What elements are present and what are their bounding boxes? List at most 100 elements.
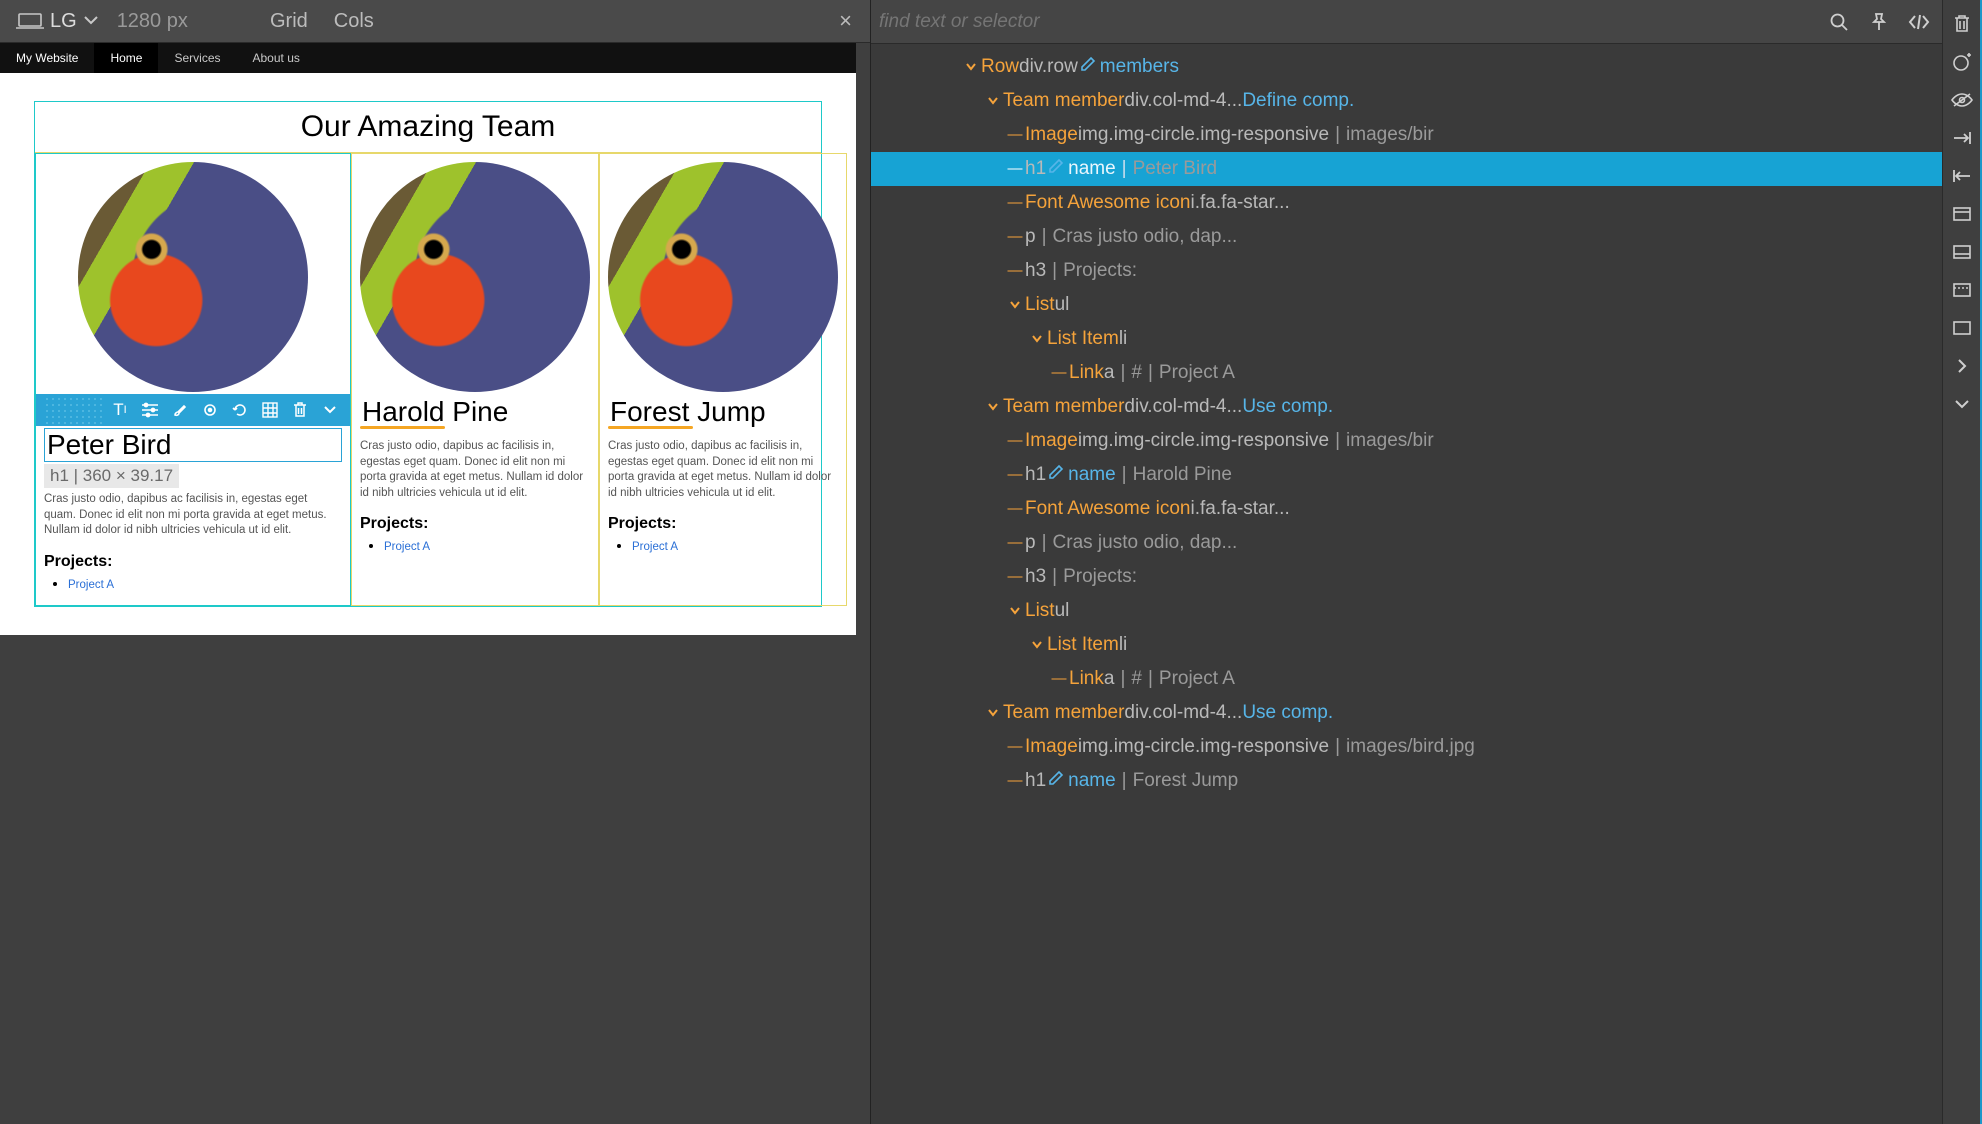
twisty-open-icon[interactable] <box>983 402 1003 412</box>
member-desc[interactable]: Cras justo odio, dapibus ac facilisis in… <box>608 439 838 501</box>
navbar-brand[interactable]: My Website <box>0 43 94 73</box>
tree-row[interactable]: Team member div.col-md-4... Use comp. <box>871 390 1942 424</box>
list-item[interactable]: Project A <box>384 537 590 555</box>
chevron-down-icon[interactable] <box>83 12 99 30</box>
tree-row[interactable]: — Image img.img-circle.img-responsive|im… <box>871 730 1942 764</box>
twisty-leaf-icon[interactable]: — <box>1049 362 1069 385</box>
twisty-leaf-icon[interactable]: — <box>1005 430 1025 453</box>
page-canvas[interactable]: My Website Home Services About us Our Am… <box>0 43 856 635</box>
grid-icon[interactable] <box>256 397 284 423</box>
tree-row[interactable]: — h1name|Harold Pine <box>871 458 1942 492</box>
sliders-icon[interactable] <box>136 397 164 423</box>
twisty-leaf-icon[interactable]: — <box>1005 736 1025 759</box>
tree-row[interactable]: — Font Awesome icon i.fa.fa-star... <box>871 492 1942 526</box>
tree-row[interactable]: — p|Cras justo odio, dap... <box>871 526 1942 560</box>
grid-toggle[interactable]: Grid <box>270 10 308 33</box>
brush-icon[interactable] <box>166 397 194 423</box>
tree-row[interactable]: List Item li <box>871 628 1942 662</box>
chevron-right-icon[interactable] <box>1948 354 1976 378</box>
project-link[interactable]: Project A <box>632 541 678 553</box>
twisty-open-icon[interactable] <box>961 62 981 72</box>
twisty-leaf-icon[interactable]: — <box>1005 532 1025 555</box>
chevron-down-icon[interactable] <box>1948 392 1976 416</box>
list-item[interactable]: Project A <box>632 537 838 555</box>
projects-heading[interactable]: Projects: <box>360 515 590 533</box>
list-item[interactable]: Project A <box>68 575 342 593</box>
trash-icon[interactable] <box>286 397 314 423</box>
section-top-icon[interactable] <box>1948 202 1976 226</box>
twisty-open-icon[interactable] <box>1027 640 1047 650</box>
team-member-col[interactable]: TI <box>35 153 351 606</box>
tree-row[interactable]: — Image img.img-circle.img-responsive|im… <box>871 424 1942 458</box>
code-icon[interactable] <box>1904 7 1934 37</box>
pencil-icon[interactable] <box>1046 155 1068 184</box>
tree-row[interactable]: — h3|Projects: <box>871 560 1942 594</box>
team-heading[interactable]: Our Amazing Team <box>35 102 821 153</box>
target-icon[interactable] <box>196 397 224 423</box>
navbar-item-about[interactable]: About us <box>237 43 316 73</box>
navbar-item-services[interactable]: Services <box>158 43 236 73</box>
more-chevron-icon[interactable] <box>316 397 344 423</box>
member-name-selected[interactable]: Peter Bird <box>44 428 342 462</box>
twisty-leaf-icon[interactable]: — <box>1005 260 1025 283</box>
text-tool-icon[interactable]: TI <box>106 397 134 423</box>
drag-grip-icon[interactable] <box>42 394 104 426</box>
tree-row[interactable]: — Font Awesome icon i.fa.fa-star... <box>871 186 1942 220</box>
twisty-leaf-icon[interactable]: — <box>1005 464 1025 487</box>
twisty-open-icon[interactable] <box>1005 300 1025 310</box>
twisty-leaf-icon[interactable]: — <box>1005 226 1025 249</box>
pin-icon[interactable] <box>1864 7 1894 37</box>
tree-row[interactable]: List ul <box>871 594 1942 628</box>
pencil-icon[interactable] <box>1046 461 1068 490</box>
dom-tree[interactable]: Row div.rowmembers Team member div.col-m… <box>871 44 1942 1124</box>
team-member-col[interactable]: Forest Jump Cras justo odio, dapibus ac … <box>599 153 847 606</box>
tree-row[interactable]: — Image img.img-circle.img-responsive|im… <box>871 118 1942 152</box>
twisty-leaf-icon[interactable]: — <box>1005 566 1025 589</box>
twisty-leaf-icon[interactable]: — <box>1005 770 1025 793</box>
twisty-leaf-icon[interactable]: — <box>1005 158 1025 181</box>
section-split-icon[interactable] <box>1948 278 1976 302</box>
tree-row[interactable]: — Link a|#|Project A <box>871 356 1942 390</box>
tree-row[interactable]: — h3|Projects: <box>871 254 1942 288</box>
section-bottom-icon[interactable] <box>1948 240 1976 264</box>
row-selection[interactable]: Our Amazing Team TI <box>34 101 822 607</box>
tree-row[interactable]: — h1name|Forest Jump <box>871 764 1942 798</box>
twisty-open-icon[interactable] <box>1005 606 1025 616</box>
tree-row[interactable]: Row div.rowmembers <box>871 50 1942 84</box>
tree-row[interactable]: Team member div.col-md-4... Use comp. <box>871 696 1942 730</box>
tree-row[interactable]: List Item li <box>871 322 1942 356</box>
member-name[interactable]: Harold Pine <box>360 396 590 428</box>
projects-heading[interactable]: Projects: <box>44 553 342 571</box>
member-desc[interactable]: Cras justo odio, dapibus ac facilisis in… <box>360 439 590 501</box>
search-icon[interactable] <box>1824 7 1854 37</box>
pencil-icon[interactable] <box>1078 53 1100 82</box>
close-icon[interactable]: × <box>839 8 852 34</box>
tree-row[interactable]: List ul <box>871 288 1942 322</box>
breakpoint-label[interactable]: LG <box>50 10 77 33</box>
section-outline-icon[interactable] <box>1948 316 1976 340</box>
navbar-item-home[interactable]: Home <box>94 43 158 73</box>
twisty-leaf-icon[interactable]: — <box>1049 668 1069 691</box>
tree-row[interactable]: — Link a|#|Project A <box>871 662 1942 696</box>
twisty-open-icon[interactable] <box>983 96 1003 106</box>
pencil-icon[interactable] <box>1046 767 1068 796</box>
align-right-icon[interactable] <box>1948 126 1976 150</box>
align-left-icon[interactable] <box>1948 164 1976 188</box>
project-link[interactable]: Project A <box>384 541 430 553</box>
tree-row[interactable]: — h1name|Peter Bird <box>871 152 1942 186</box>
avatar-image[interactable] <box>608 162 838 392</box>
tree-row[interactable]: — p|Cras justo odio, dap... <box>871 220 1942 254</box>
team-member-col[interactable]: Harold Pine Cras justo odio, dapibus ac … <box>351 153 599 606</box>
member-desc[interactable]: Cras justo odio, dapibus ac facilisis in… <box>44 492 342 539</box>
twisty-leaf-icon[interactable]: — <box>1005 192 1025 215</box>
twisty-leaf-icon[interactable]: — <box>1005 498 1025 521</box>
avatar-image[interactable] <box>360 162 590 392</box>
project-link[interactable]: Project A <box>68 579 114 591</box>
member-name[interactable]: Forest Jump <box>608 396 838 428</box>
twisty-open-icon[interactable] <box>1027 334 1047 344</box>
tree-row[interactable]: Team member div.col-md-4... Define comp. <box>871 84 1942 118</box>
visibility-icon[interactable] <box>1948 88 1976 112</box>
avatar-image[interactable] <box>78 162 308 392</box>
trash-icon[interactable] <box>1948 12 1976 36</box>
twisty-open-icon[interactable] <box>983 708 1003 718</box>
